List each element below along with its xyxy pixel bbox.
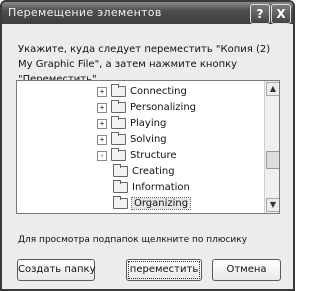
- title-bar: Перемещение элементов ? X: [2, 2, 293, 24]
- scroll-down-icon[interactable]: ▼: [266, 198, 279, 212]
- new-folder-button[interactable]: Создать папку: [17, 259, 96, 281]
- help-button[interactable]: ?: [250, 4, 270, 24]
- tree-item-label: Information: [132, 182, 190, 193]
- tree-item-information[interactable]: Information: [113, 180, 190, 195]
- close-button[interactable]: X: [271, 4, 291, 24]
- tree-item-structure[interactable]: - Structure: [97, 148, 177, 163]
- tree-item-label: Structure: [130, 150, 177, 161]
- tree-item-playing[interactable]: + Playing: [97, 116, 166, 131]
- tree-item-connecting[interactable]: + Connecting: [97, 84, 187, 99]
- folder-icon: [111, 132, 126, 145]
- tree-item-label: Solving: [130, 134, 167, 145]
- expand-icon[interactable]: +: [97, 86, 107, 97]
- folder-icon: [111, 116, 126, 129]
- open-folder-icon: [111, 148, 126, 161]
- cancel-button[interactable]: Отмена: [212, 259, 281, 281]
- folder-tree[interactable]: + Connecting + Personalizing + Playing +…: [16, 80, 280, 214]
- tree-item-label: Connecting: [130, 86, 187, 97]
- expand-icon[interactable]: +: [97, 102, 107, 113]
- tree-item-label: Personalizing: [130, 102, 197, 113]
- move-items-dialog: Перемещение элементов ? X Укажите, куда …: [0, 0, 295, 291]
- tree-item-solving[interactable]: + Solving: [97, 132, 167, 147]
- tree-item-label: Creating: [132, 166, 175, 177]
- folder-icon: [111, 84, 126, 97]
- expand-icon[interactable]: +: [97, 118, 107, 129]
- hint-text: Для просмотра подпапок щелкните по плюси…: [18, 235, 248, 245]
- tree-item-label: Playing: [130, 118, 167, 129]
- tree-scrollbar[interactable]: ▲ ▼: [264, 81, 279, 213]
- collapse-icon[interactable]: -: [97, 150, 107, 161]
- folder-icon: [113, 164, 128, 177]
- folder-icon: [113, 180, 128, 193]
- folder-icon: [113, 196, 128, 209]
- tree-item-organizing[interactable]: Organizing: [113, 196, 192, 211]
- tree-item-personalizing[interactable]: + Personalizing: [97, 100, 196, 115]
- tree-item-creating[interactable]: Creating: [113, 164, 175, 179]
- scroll-thumb[interactable]: [266, 151, 279, 169]
- tree-item-label: Organizing: [130, 197, 192, 210]
- expand-icon[interactable]: +: [97, 134, 107, 145]
- scroll-up-icon[interactable]: ▲: [266, 82, 279, 96]
- folder-icon: [111, 100, 126, 113]
- move-button[interactable]: переместить: [126, 259, 202, 281]
- dialog-title: Перемещение элементов: [8, 6, 162, 19]
